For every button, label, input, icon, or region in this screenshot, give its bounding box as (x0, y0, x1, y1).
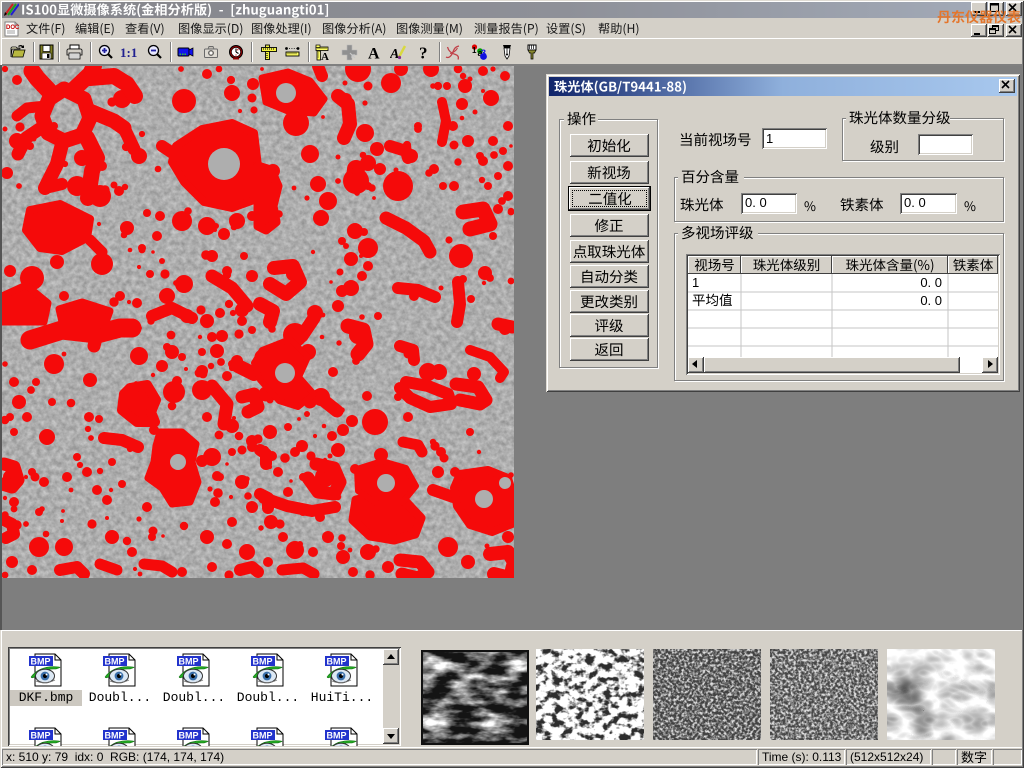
svg-text:1: 1 (472, 46, 477, 55)
svg-text:BMP: BMP (327, 731, 347, 741)
svg-text:DOC: DOC (6, 25, 19, 31)
svg-text:BMP: BMP (327, 657, 347, 667)
svg-text:3: 3 (481, 48, 486, 58)
svg-text:BMP: BMP (31, 731, 51, 741)
svg-text:1:1: 1:1 (120, 45, 137, 60)
svg-text:BMP: BMP (31, 657, 51, 667)
svg-text:BMP: BMP (105, 657, 125, 667)
svg-text:BMP: BMP (179, 657, 199, 667)
svg-text:A: A (390, 47, 399, 61)
svg-text:A: A (321, 51, 329, 61)
svg-text:A: A (368, 46, 380, 62)
svg-text:BMP: BMP (253, 731, 273, 741)
svg-text:BMP: BMP (105, 731, 125, 741)
svg-text:BMP: BMP (179, 731, 199, 741)
svg-text:BMP: BMP (253, 657, 273, 667)
svg-text:?: ? (419, 44, 428, 61)
